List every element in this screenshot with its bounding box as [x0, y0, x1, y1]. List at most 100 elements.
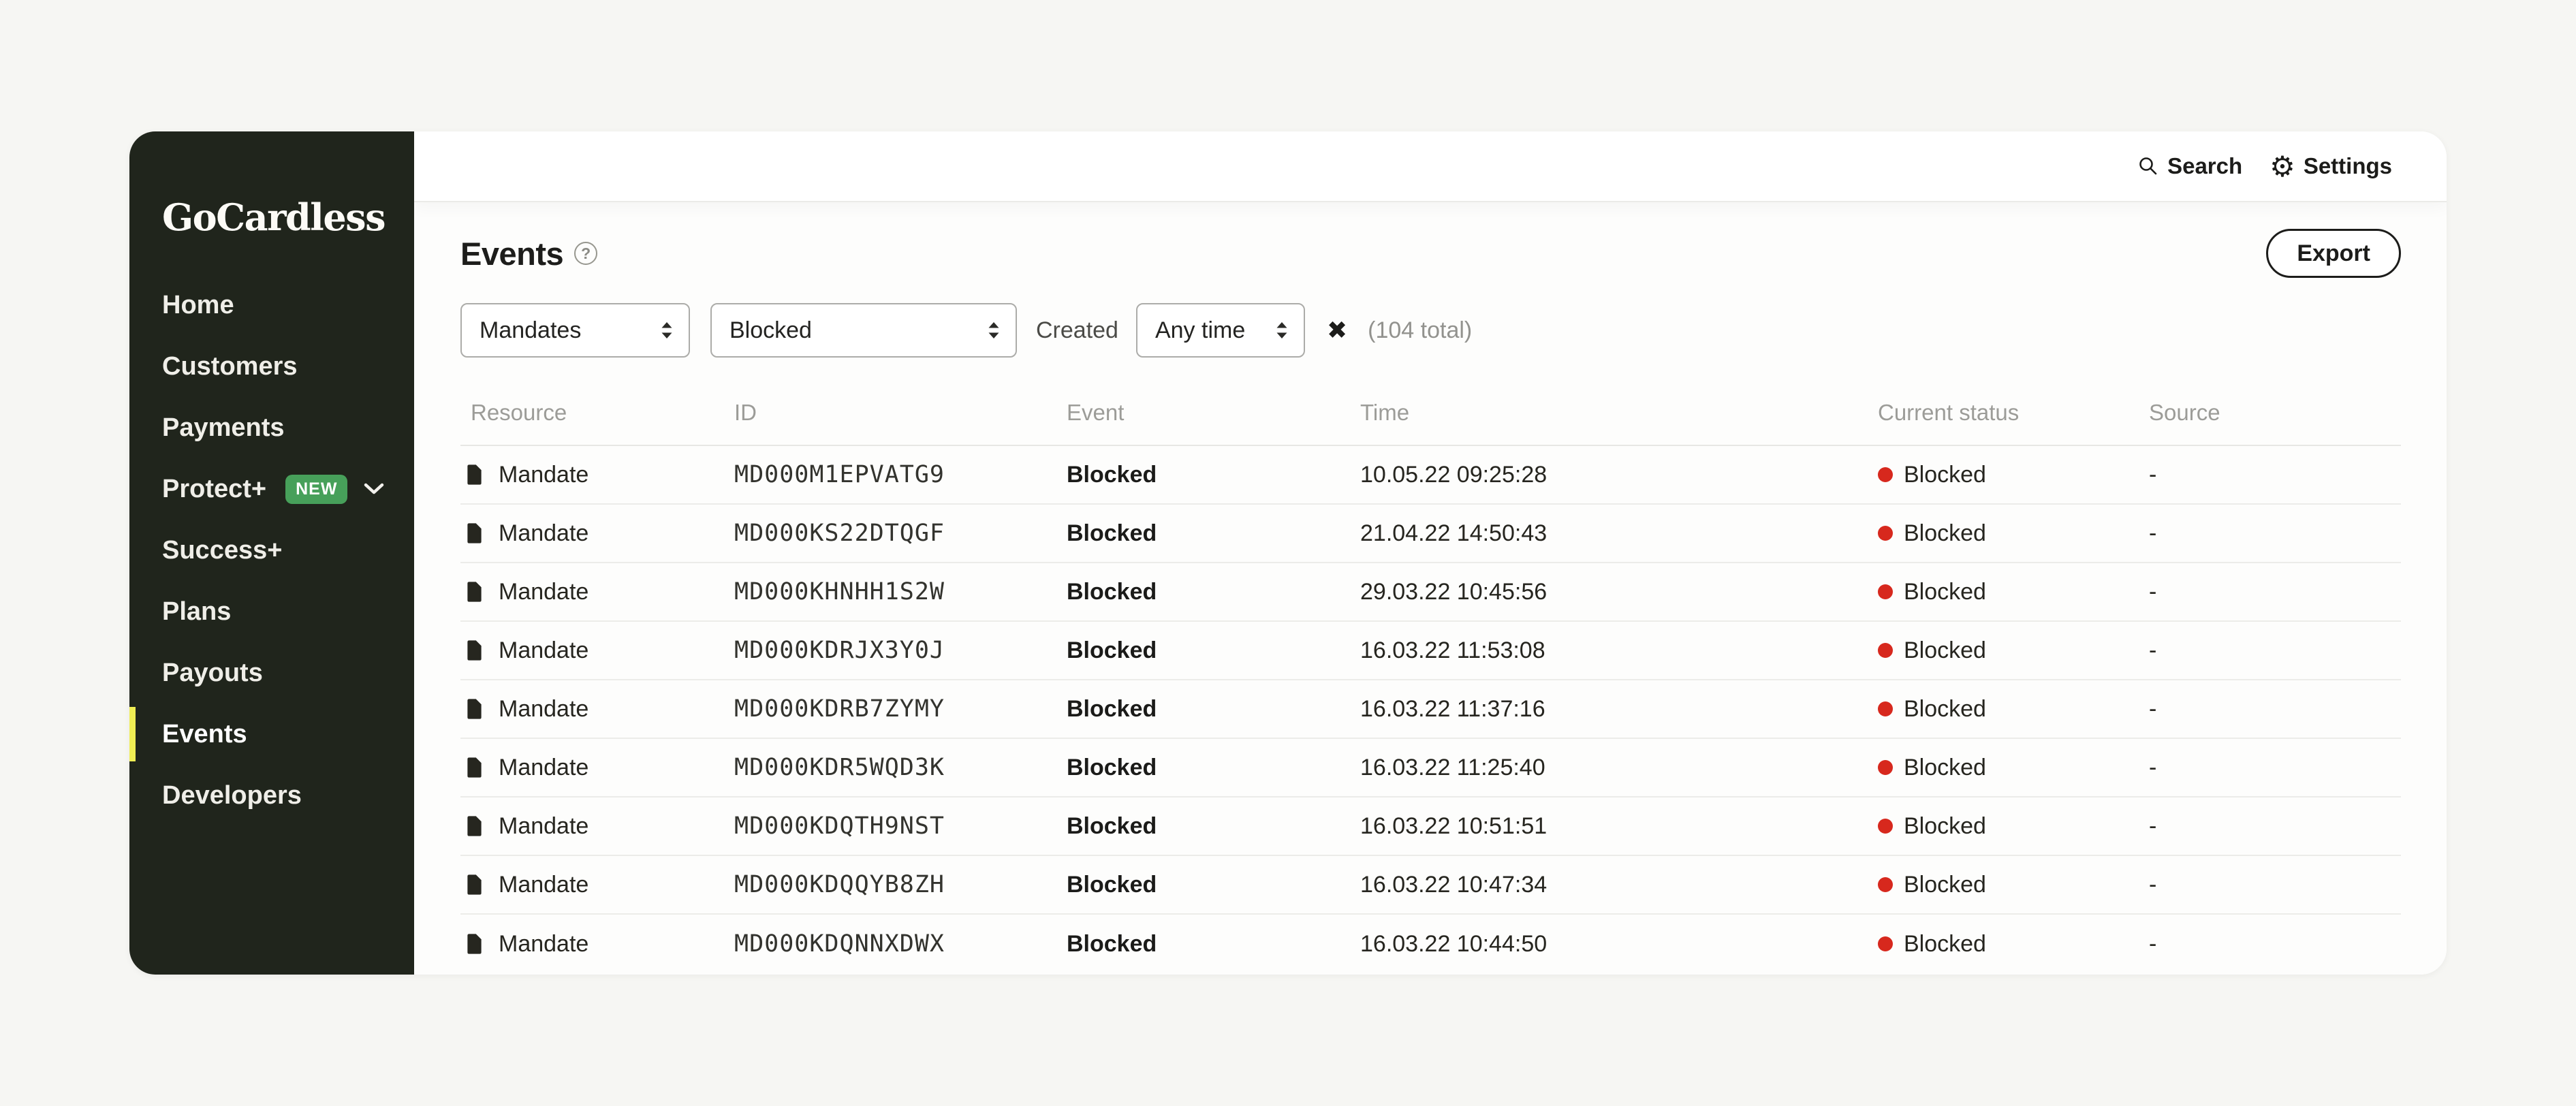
clear-filter-icon[interactable]: ✖ [1327, 318, 1347, 343]
resource-label: Mandate [499, 637, 588, 664]
table-row[interactable]: Mandate MD000KHNHH1S2W Blocked 29.03.22 … [460, 563, 2401, 622]
resource-label: Mandate [499, 520, 588, 547]
table-row[interactable]: Mandate MD000KDQTH9NST Blocked 16.03.22 … [460, 797, 2401, 856]
sidebar-item-label: Home [162, 291, 234, 320]
new-badge: NEW [285, 475, 347, 504]
source-cell: - [2149, 696, 2401, 723]
table-row[interactable]: Mandate MD000M1EPVATG9 Blocked 10.05.22 … [460, 446, 2401, 505]
id-cell: MD000KDQQYB8ZH [734, 871, 1067, 898]
event-cell: Blocked [1067, 696, 1360, 723]
status-dot-icon [1878, 877, 1893, 892]
event-cell: Blocked [1067, 579, 1360, 605]
search-icon [2137, 155, 2159, 177]
time-cell: 29.03.22 10:45:56 [1360, 579, 1878, 605]
resource-filter-select[interactable]: Mandates [460, 303, 690, 358]
table-body: Mandate MD000M1EPVATG9 Blocked 10.05.22 … [460, 446, 2401, 973]
document-icon [465, 874, 484, 896]
sidebar-nav: Home Customers Payments Protect+ NEW Suc… [129, 274, 414, 826]
status-label: Blocked [1904, 813, 1986, 840]
event-cell: Blocked [1067, 520, 1360, 547]
document-icon [465, 815, 484, 837]
time-cell: 16.03.22 10:51:51 [1360, 813, 1878, 840]
page: GoCardless Home Customers Payments Prote… [0, 0, 2576, 1106]
content: Events ? Export Mandates Blocked [414, 202, 2447, 975]
status-cell: Blocked [1878, 520, 2149, 547]
document-icon [465, 698, 484, 720]
table-row[interactable]: Mandate MD000KDR5WQD3K Blocked 16.03.22 … [460, 739, 2401, 797]
sidebar-item-payouts[interactable]: Payouts [129, 642, 414, 704]
status-label: Blocked [1904, 696, 1986, 723]
document-icon [465, 464, 484, 486]
table-row[interactable]: Mandate MD000KS22DTQGF Blocked 21.04.22 … [460, 505, 2401, 563]
id-cell: MD000KDRB7ZYMY [734, 695, 1067, 723]
events-table: ResourceIDEventTimeCurrent statusSource … [460, 358, 2401, 973]
table-header-row: ResourceIDEventTimeCurrent statusSource [460, 358, 2401, 446]
column-header: ID [734, 400, 1067, 426]
id-cell: MD000KDQNNXDWX [734, 930, 1067, 958]
event-cell: Blocked [1067, 637, 1360, 664]
select-arrows-icon [987, 321, 1001, 340]
sidebar-item-home[interactable]: Home [129, 274, 414, 336]
status-label: Blocked [1904, 872, 1986, 898]
sidebar-item-protect[interactable]: Protect+ NEW [129, 458, 414, 520]
event-filter-select[interactable]: Blocked [710, 303, 1017, 358]
column-header: Current status [1878, 400, 2149, 426]
page-title: Events [460, 235, 563, 272]
resource-label: Mandate [499, 813, 588, 840]
time-cell: 16.03.22 10:44:50 [1360, 931, 1878, 958]
gocardless-logo: GoCardless [162, 195, 385, 239]
sidebar-item-payments[interactable]: Payments [129, 397, 414, 458]
status-cell: Blocked [1878, 462, 2149, 488]
sidebar-item-plans[interactable]: Plans [129, 581, 414, 642]
id-cell: MD000KHNHH1S2W [734, 578, 1067, 605]
table-row[interactable]: Mandate MD000KDQNNXDWX Blocked 16.03.22 … [460, 915, 2401, 973]
sidebar-item-events[interactable]: Events [129, 704, 414, 765]
status-label: Blocked [1904, 462, 1986, 488]
resource-cell: Mandate [460, 579, 734, 605]
sidebar-item-label: Customers [162, 352, 298, 381]
status-label: Blocked [1904, 579, 1986, 605]
select-arrows-icon [1275, 321, 1289, 340]
main-card: Search ⚙ Settings Events ? Export [414, 131, 2447, 975]
status-cell: Blocked [1878, 931, 2149, 958]
resource-label: Mandate [499, 579, 588, 605]
status-dot-icon [1878, 936, 1893, 951]
id-cell: MD000M1EPVATG9 [734, 461, 1067, 488]
time-cell: 16.03.22 11:37:16 [1360, 696, 1878, 723]
settings-button[interactable]: ⚙ Settings [2269, 152, 2392, 180]
event-cell: Blocked [1067, 931, 1360, 958]
status-dot-icon [1878, 584, 1893, 599]
chevron-down-icon [364, 483, 384, 495]
table-row[interactable]: Mandate MD000KDRB7ZYMY Blocked 16.03.22 … [460, 680, 2401, 739]
export-button[interactable]: Export [2266, 229, 2401, 278]
column-header: Resource [460, 400, 734, 426]
created-filter-select[interactable]: Any time [1136, 303, 1305, 358]
source-cell: - [2149, 579, 2401, 605]
table-row[interactable]: Mandate MD000KDQQYB8ZH Blocked 16.03.22 … [460, 856, 2401, 915]
sidebar-item-label: Plans [162, 597, 231, 627]
time-cell: 21.04.22 14:50:43 [1360, 520, 1878, 547]
title-row: Events ? Export [460, 228, 2401, 279]
help-icon[interactable]: ? [574, 242, 597, 265]
sidebar: GoCardless Home Customers Payments Prote… [129, 131, 414, 975]
status-cell: Blocked [1878, 872, 2149, 898]
event-cell: Blocked [1067, 872, 1360, 898]
column-header: Source [2149, 400, 2401, 426]
source-cell: - [2149, 813, 2401, 840]
source-cell: - [2149, 462, 2401, 488]
sidebar-item-customers[interactable]: Customers [129, 336, 414, 397]
resource-label: Mandate [499, 462, 588, 488]
source-cell: - [2149, 931, 2401, 958]
resource-label: Mandate [499, 755, 588, 781]
sidebar-item-success[interactable]: Success+ [129, 520, 414, 581]
status-label: Blocked [1904, 931, 1986, 958]
resource-cell: Mandate [460, 755, 734, 781]
table-row[interactable]: Mandate MD000KDRJX3Y0J Blocked 16.03.22 … [460, 622, 2401, 680]
status-label: Blocked [1904, 637, 1986, 664]
sidebar-item-label: Success+ [162, 536, 282, 565]
resource-cell: Mandate [460, 931, 734, 958]
sidebar-item-developers[interactable]: Developers [129, 765, 414, 826]
search-button[interactable]: Search [2137, 153, 2242, 179]
status-dot-icon [1878, 701, 1893, 716]
document-icon [465, 933, 484, 955]
